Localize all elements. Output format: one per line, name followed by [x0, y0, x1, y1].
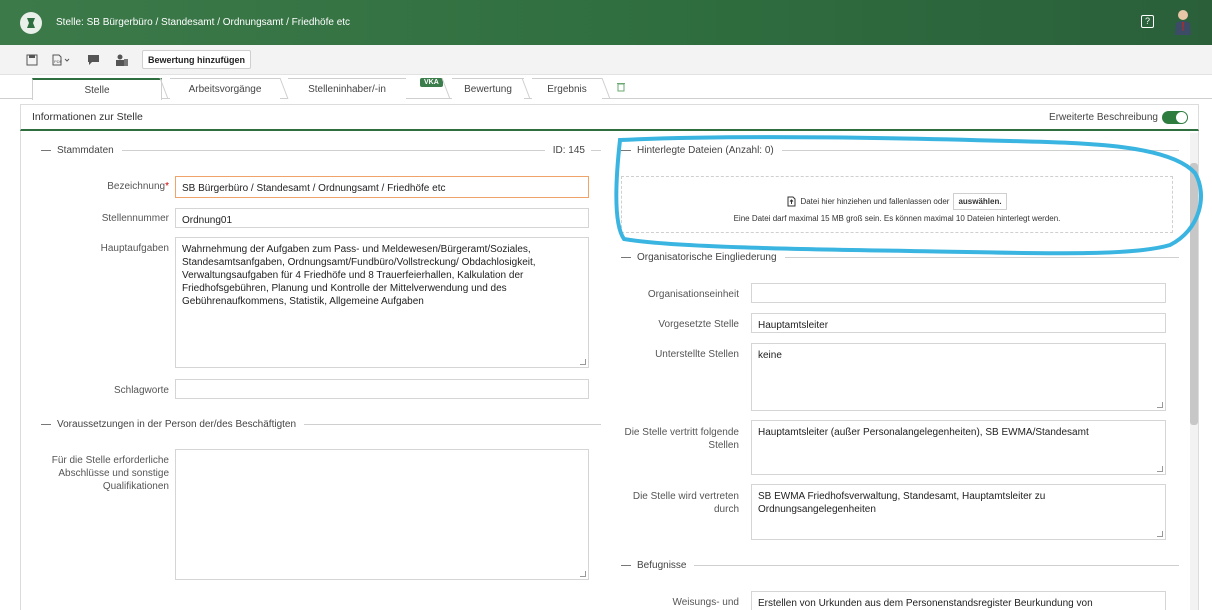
orgeinheit-label: Organisationseinheit	[647, 289, 739, 300]
trash-icon[interactable]	[616, 81, 626, 95]
app-logo-icon[interactable]	[20, 11, 42, 34]
vertritt-label: Die Stelle vertritt folgende Stellen	[624, 427, 739, 451]
tab-separator	[159, 78, 169, 99]
pdf-icon[interactable]: PDF	[52, 50, 72, 70]
text-line: Gebührenaufkommens, Statistik, Allgemein…	[182, 296, 424, 307]
unterstellte-label: Unterstellte Stellen	[655, 349, 739, 360]
vorgesetzte-input[interactable]: Hauptamtsleiter	[751, 313, 1166, 333]
save-icon[interactable]	[22, 50, 42, 70]
tab-stelle[interactable]: Stelle	[32, 78, 162, 100]
tab-bewertung[interactable]: Bewertung	[452, 78, 524, 99]
svg-text:PDF: PDF	[54, 59, 63, 64]
resize-handle[interactable]	[580, 359, 586, 365]
section-stammdaten: Stammdaten ID: 145	[41, 145, 601, 156]
section-befugnisse: Befugnisse	[621, 560, 1179, 571]
hauptaufgaben-label: Hauptaufgaben	[100, 243, 169, 254]
section-title: Befugnisse	[637, 560, 687, 571]
panel-header: Informationen zur Stelle Erweiterte Besc…	[20, 104, 1199, 131]
tab-ergebnis[interactable]: Ergebnis	[532, 78, 602, 99]
annotation-highlight	[614, 135, 1203, 256]
tab-separator	[601, 78, 611, 99]
stellennummer-label: Stellennummer	[101, 213, 169, 224]
resize-handle[interactable]	[580, 571, 586, 577]
unterstellte-textarea[interactable]: keine	[751, 343, 1166, 411]
stellennummer-input[interactable]: Ordnung01	[175, 208, 589, 228]
org-icon[interactable]	[112, 50, 132, 70]
window-title: Stelle: SB Bürgerbüro / Standesamt / Ord…	[56, 17, 351, 28]
abschluesse-label: Für die Stelle erforderliche Abschlüsse …	[51, 455, 169, 492]
user-avatar-icon[interactable]	[1174, 9, 1192, 35]
tab-separator	[441, 78, 451, 99]
bezeichnung-input[interactable]: SB Bürgerbüro / Standesamt / Ordnungsamt…	[175, 176, 589, 198]
extended-description-toggle[interactable]	[1162, 111, 1188, 124]
tab-separator	[521, 78, 531, 99]
resize-handle[interactable]	[1157, 531, 1163, 537]
text-line: Friedhofsgebühren, Planung und Kontrolle…	[182, 283, 507, 294]
hauptaufgaben-textarea[interactable]: Wahrnehmung der Aufgaben zum Pass- und M…	[175, 237, 589, 368]
tab-separator	[279, 78, 289, 99]
schlagworte-input[interactable]	[175, 379, 589, 399]
bezeichnung-label: Bezeichnung*	[107, 181, 169, 192]
toolbar: PDF Bewertung hinzufügen	[0, 45, 1212, 75]
comment-icon[interactable]	[84, 50, 104, 70]
help-icon[interactable]: ?	[1141, 15, 1154, 28]
section-title: Voraussetzungen in der Person der/des Be…	[57, 419, 297, 430]
vorgesetzte-label: Vorgesetzte Stelle	[658, 319, 739, 330]
orgeinheit-input[interactable]	[751, 283, 1166, 303]
extended-description-label: Erweiterte Beschreibung	[1049, 112, 1158, 123]
resize-handle[interactable]	[1157, 402, 1163, 408]
weisungs-textarea[interactable]: Erstellen von Urkunden aus dem Personens…	[751, 591, 1166, 610]
tab-arbeitsvorgaenge[interactable]: Arbeitsvorgänge	[170, 78, 280, 99]
section-voraussetzungen: Voraussetzungen in der Person der/des Be…	[41, 419, 601, 430]
vertritt-textarea[interactable]: Hauptamtsleiter (außer Personalangelegen…	[751, 420, 1166, 475]
schlagworte-label: Schlagworte	[113, 385, 169, 396]
record-id: ID: 145	[552, 145, 585, 156]
text-line: Standesamtsanfgaben, Ordnungsamt/Fundbür…	[182, 257, 536, 268]
text-line: Verwaltungsaufgaben für 4 Friedhöfe und …	[182, 270, 524, 281]
tab-stelleninhaber[interactable]: Stelleninhaber/-in	[288, 78, 406, 99]
vertreten-textarea[interactable]: SB EWMA Friedhofsverwaltung, Standesamt,…	[751, 484, 1166, 540]
resize-handle[interactable]	[1157, 466, 1163, 472]
add-rating-button[interactable]: Bewertung hinzufügen	[142, 50, 251, 69]
tab-bar: Stelle Arbeitsvorgänge Stelleninhaber/-i…	[0, 75, 1212, 100]
panel-title: Informationen zur Stelle	[32, 111, 143, 123]
vertreten-label: Die Stelle wird vertreten durch	[632, 491, 739, 515]
abschluesse-textarea[interactable]	[175, 449, 589, 580]
section-title: Stammdaten	[57, 145, 114, 156]
text-line: Wahrnehmung der Aufgaben zum Pass- und M…	[182, 244, 531, 255]
app-titlebar: Stelle: SB Bürgerbüro / Standesamt / Ord…	[0, 0, 1212, 45]
weisungs-label: Weisungs- und	[672, 597, 739, 608]
